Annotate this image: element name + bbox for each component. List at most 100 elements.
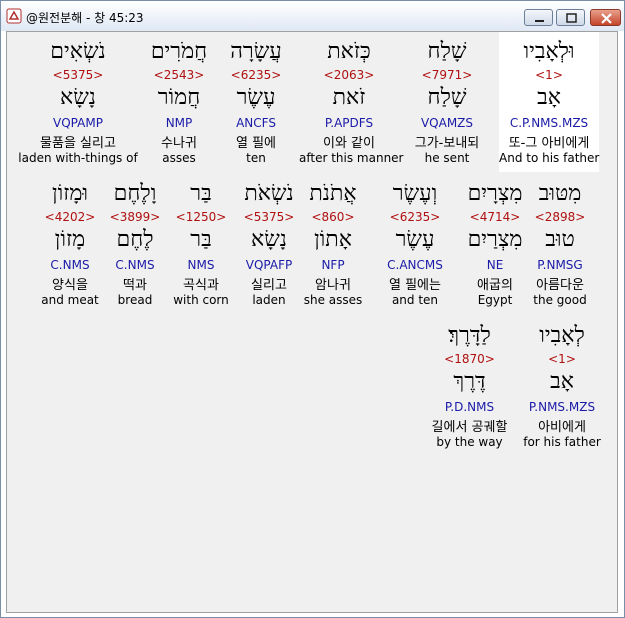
word-cell[interactable]: וְעֶשֶׂר <6235> עֶשֶׂר C.ANCMS 열 필에는 and… (375, 174, 455, 314)
hebrew-word: וּמָזוֹן (51, 181, 89, 206)
word-cell[interactable]: נֹשְׂאִים <5375> נָשָׂא VQPAMP 물품을 실리고 l… (18, 32, 138, 172)
strong-number[interactable]: <5375> (229, 210, 309, 224)
strong-number[interactable]: <3899> (107, 210, 163, 224)
korean-gloss: 또-그 아비에게 (508, 136, 590, 151)
hebrew-word: נֹשְׂאֹת (244, 181, 294, 206)
word-cell[interactable]: חֲמֹרִים <2543> חֲמוֹר NMP 수나귀 asses (129, 32, 229, 172)
lemma: מִצְרַיִם (467, 227, 523, 252)
korean-gloss: 이와 같이 (323, 136, 375, 151)
english-gloss: and ten (391, 293, 439, 307)
word-cell[interactable]: כְּזֹאת <2063> זֹאת P.APDFS 이와 같이 after … (299, 32, 404, 172)
korean-gloss: 그가-보내되 (414, 136, 480, 151)
hebrew-word: וּלְאָבִיו (523, 39, 575, 64)
hebrew-word: לַדָּרֶךְ׃ (448, 323, 491, 348)
english-gloss: laden with-things of (18, 151, 138, 165)
hebrew-word: שָׁלַח (427, 39, 467, 64)
morphology: NE (486, 258, 504, 272)
english-gloss: he sent (424, 151, 470, 165)
lemma: מָזוֹן (54, 227, 86, 252)
minimize-icon (535, 20, 544, 22)
morphology: C.NMS (50, 258, 90, 272)
lemma: לֶחֶם (116, 227, 154, 252)
strong-number[interactable]: <1250> (163, 210, 239, 224)
morphology: VQAMZS (420, 116, 474, 130)
maximize-icon (566, 13, 577, 23)
word-cell[interactable]: מִצְרָיִם <4714> מִצְרַיִם NE 애굽의 Egypt (455, 174, 535, 314)
english-gloss: And to his father (499, 151, 600, 165)
strong-number[interactable]: <2543> (129, 68, 229, 82)
hebrew-word: בַּר (190, 181, 212, 206)
window-title: @원전분해 - 창 45:23 (26, 11, 144, 25)
lemma: בַּר (190, 227, 212, 252)
title-bar[interactable]: @원전분해 - 창 45:23 (1, 1, 624, 31)
korean-gloss: 떡과 (123, 278, 147, 293)
close-icon (601, 13, 612, 24)
lemma: נָשָׂא (251, 227, 287, 252)
english-gloss: for his father (523, 435, 601, 449)
lemma: שָׁלַח (427, 85, 467, 110)
english-gloss: Egypt (477, 293, 513, 307)
strong-number[interactable]: <1> (499, 68, 599, 82)
hebrew-word: וְעֶשֶׂר (392, 181, 438, 206)
app-icon (6, 8, 22, 24)
word-cell[interactable]: לַדָּרֶךְ׃ <1870> דֶּרֶךְ P.D.NMS 길에서 공궤… (417, 316, 522, 456)
korean-gloss: 곡식과 (183, 278, 219, 293)
morphology: C.ANCMS (387, 258, 443, 272)
korean-gloss: 물품을 실리고 (40, 136, 116, 151)
strong-number[interactable]: <1> (517, 352, 607, 366)
english-gloss: asses (162, 151, 196, 165)
lemma: דֶּרֶךְ (453, 369, 486, 394)
word-cell[interactable]: בַּר <1250> בַּר NMS 곡식과 with corn (163, 174, 239, 314)
morphology: C.P.NMS.MZS (509, 116, 589, 130)
english-gloss: with corn (173, 293, 229, 307)
morphology: VQPAFP (245, 258, 293, 272)
lemma: אָב (537, 85, 561, 110)
strong-number[interactable]: <7971> (397, 68, 497, 82)
word-cell[interactable]: שָׁלַח <7971> שָׁלַח VQAMZS 그가-보내되 he se… (397, 32, 497, 172)
english-gloss: laden (252, 293, 286, 307)
strong-number[interactable]: <6235> (375, 210, 455, 224)
morphology: P.D.NMS (444, 400, 495, 414)
lemma: נָשָׂא (60, 85, 96, 110)
morphology: VQPAMP (53, 116, 103, 130)
english-gloss: by the way (436, 435, 503, 449)
app-window: @원전분해 - 창 45:23 וּלְאָבִיו <1> אָב C.P.N… (0, 0, 625, 618)
lemma: זֹאת (332, 85, 366, 110)
hebrew-word: מִצְרָיִם (467, 181, 523, 206)
lemma: אָב (550, 369, 574, 394)
morphology: C.NMS (115, 258, 155, 272)
english-gloss: bread (117, 293, 153, 307)
lemma: חֲמוֹר (157, 85, 201, 110)
morphology: P.APDFS (324, 116, 374, 130)
strong-number[interactable]: <1870> (417, 352, 522, 366)
strong-number[interactable]: <2063> (299, 68, 399, 82)
korean-gloss: 실리고 (251, 278, 287, 293)
strong-number[interactable]: <5375> (18, 68, 138, 82)
korean-gloss: 수나귀 (161, 136, 197, 151)
morphology: P.NMS.MZS (528, 400, 596, 414)
hebrew-word: וָלֶחֶם (113, 181, 157, 206)
korean-gloss: 길에서 공궤할 (431, 420, 508, 435)
strong-number[interactable]: <4202> (35, 210, 105, 224)
english-gloss: and meat (41, 293, 99, 307)
word-cell[interactable]: וּמָזוֹן <4202> מָזוֹן C.NMS 양식을 and mea… (35, 174, 105, 314)
word-cell[interactable]: לְאָבִיו <1> אָב P.NMS.MZS 아비에게 for his … (517, 316, 607, 456)
strong-number[interactable]: <4714> (455, 210, 535, 224)
korean-gloss: 아비에게 (538, 420, 586, 435)
maximize-button[interactable] (556, 9, 585, 26)
close-button[interactable] (590, 9, 621, 26)
hebrew-word: חֲמֹרִים (150, 39, 208, 64)
interlinear-panel: וּלְאָבִיו <1> אָב C.P.NMS.MZS 또-그 아비에게 … (6, 31, 618, 613)
hebrew-word: כְּזֹאת (327, 39, 371, 64)
korean-gloss: 열 필에는 (389, 278, 441, 293)
word-cell[interactable]: נֹשְׂאֹת <5375> נָשָׂא VQPAFP 실리고 laden (229, 174, 309, 314)
word-cell[interactable]: וּלְאָבִיו <1> אָב C.P.NMS.MZS 또-그 아비에게 … (499, 32, 599, 172)
minimize-button[interactable] (524, 9, 553, 26)
morphology: NMP (165, 116, 193, 130)
word-cell[interactable]: וָלֶחֶם <3899> לֶחֶם C.NMS 떡과 bread (107, 174, 163, 314)
hebrew-word: נֹשְׂאִים (50, 39, 106, 64)
lemma: עֶשֶׂר (395, 227, 435, 252)
korean-gloss: 애굽의 (477, 278, 513, 293)
english-gloss: after this manner (299, 151, 404, 165)
morphology: NMS (187, 258, 215, 272)
